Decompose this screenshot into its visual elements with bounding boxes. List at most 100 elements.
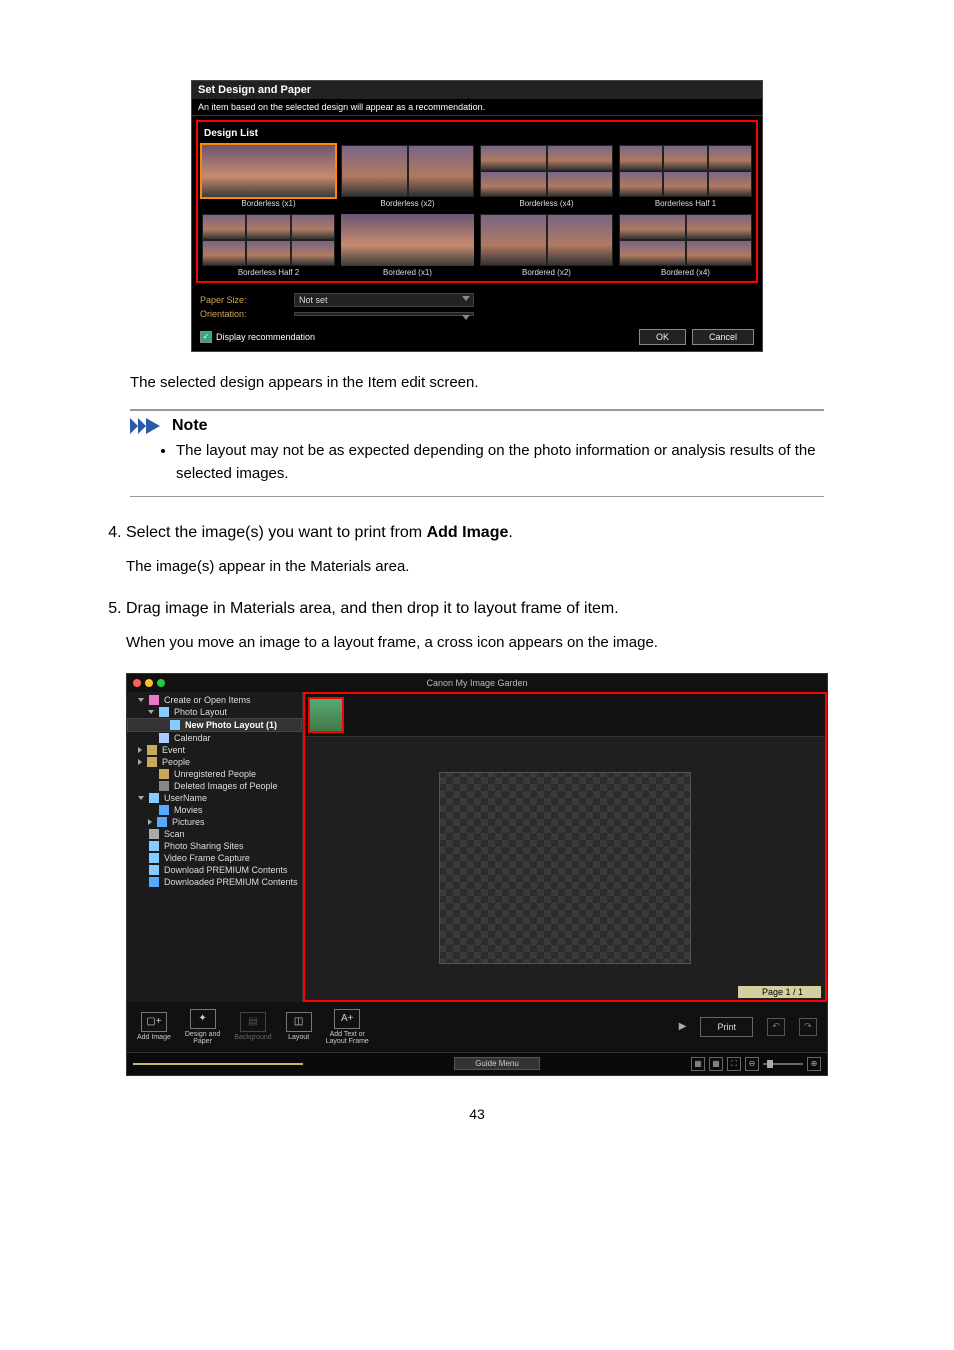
sidebar-item[interactable]: Event [127, 744, 302, 756]
instruction-text: The selected design appears in the Item … [130, 372, 824, 393]
checkmark-icon: ✓ [200, 331, 212, 343]
sidebar-item-label: Pictures [172, 817, 205, 827]
design-list: Design List Borderless (x1)Borderless (x… [196, 120, 758, 283]
paper-size-select[interactable]: Not set [294, 293, 474, 307]
fit-icon[interactable]: ⛶ [727, 1057, 741, 1071]
sidebar-item[interactable]: Download PREMIUM Contents [127, 864, 302, 876]
sidebar-item[interactable]: Create or Open Items [127, 694, 302, 706]
step-4-sub: The image(s) appear in the Materials are… [126, 555, 894, 578]
expand-icon[interactable]: ▶ [679, 1021, 687, 1032]
dialog-title: Set Design and Paper [192, 81, 762, 99]
design-option[interactable]: Bordered (x1) [341, 214, 474, 277]
toolbar-label: Add Text orLayout Frame [326, 1031, 369, 1045]
text-frame-icon: A+ [334, 1009, 360, 1029]
layout-icon: ◫ [286, 1012, 312, 1032]
design-option[interactable]: Borderless (x2) [341, 145, 474, 208]
design-option[interactable]: Bordered (x2) [480, 214, 613, 277]
undo-icon[interactable]: ↶ [767, 1018, 785, 1036]
note-arrows-icon [130, 418, 166, 434]
sidebar-item-label: Unregistered People [174, 769, 256, 779]
computer-icon [149, 793, 159, 803]
design-label: Borderless Half 2 [202, 268, 335, 277]
design-option[interactable]: Borderless Half 1 [619, 145, 752, 208]
set-design-and-paper-dialog: Set Design and Paper An item based on th… [191, 80, 763, 352]
person-icon [147, 757, 157, 767]
redo-icon[interactable]: ↷ [799, 1018, 817, 1036]
design-thumb [480, 145, 613, 197]
sidebar-item-label: Video Frame Capture [164, 853, 250, 863]
sidebar-item[interactable]: Movies [127, 804, 302, 816]
sidebar-item[interactable]: UserName [127, 792, 302, 804]
sidebar-item[interactable]: Scan [127, 828, 302, 840]
thumb-small-icon[interactable]: ▦ [691, 1057, 705, 1071]
folder-icon [157, 817, 167, 827]
folder-icon [159, 805, 169, 815]
zoom-in-icon[interactable]: ⊕ [807, 1057, 821, 1071]
sidebar-item[interactable]: Video Frame Capture [127, 852, 302, 864]
folder-icon [149, 877, 159, 887]
design-label: Borderless Half 1 [619, 199, 752, 208]
design-list-header: Design List [202, 126, 752, 145]
sidebar-item[interactable]: Deleted Images of People [127, 780, 302, 792]
design-thumb [619, 145, 752, 197]
person-x-icon [159, 781, 169, 791]
print-button[interactable]: Print [700, 1017, 753, 1037]
sidebar-item-label: Calendar [174, 733, 211, 743]
toolbar-label: Design andPaper [185, 1031, 220, 1045]
design-label: Borderless (x4) [480, 199, 613, 208]
design-option[interactable]: Borderless (x1) [202, 145, 335, 208]
dialog-subtitle: An item based on the selected design wil… [192, 99, 762, 116]
layout-frame[interactable] [439, 772, 691, 964]
toolbar-bg-button: ▤Background [234, 1012, 271, 1041]
sidebar-item[interactable]: New Photo Layout (1) [127, 718, 302, 732]
design-option[interactable]: Borderless Half 2 [202, 214, 335, 277]
page-number: 43 [60, 1106, 894, 1122]
zoom-out-icon[interactable]: ⊖ [745, 1057, 759, 1071]
sidebar-item-label: Download PREMIUM Contents [164, 865, 288, 875]
material-thumb[interactable] [308, 697, 344, 733]
zoom-controls: ▦ ▦ ⛶ ⊖ ⊕ [691, 1057, 821, 1071]
note-block: Note The layout may not be as expected d… [130, 409, 824, 497]
thumb-large-icon[interactable]: ▦ [709, 1057, 723, 1071]
sidebar: Create or Open ItemsPhoto LayoutNew Phot… [127, 692, 303, 1002]
guide-menu-button[interactable]: Guide Menu [454, 1057, 540, 1070]
sidebar-item[interactable]: Photo Layout [127, 706, 302, 718]
sidebar-item[interactable]: Downloaded PREMIUM Contents [127, 876, 302, 888]
toolbar-design-button[interactable]: ✦ Design andPaper [185, 1009, 220, 1045]
sidebar-item[interactable]: Pictures [127, 816, 302, 828]
chevron-down-icon [462, 315, 470, 320]
display-recommendation-label: Display recommendation [216, 332, 315, 342]
chevron-right-icon [138, 747, 142, 753]
toolbar-label: Add Image [137, 1034, 171, 1041]
sidebar-item[interactable]: People [127, 756, 302, 768]
paper-size-label: Paper Size: [200, 295, 290, 305]
toolbar-layout-button[interactable]: ◫ Layout [286, 1012, 312, 1041]
sidebar-item-label: Photo Layout [174, 707, 227, 717]
sidebar-item[interactable]: Unregistered People [127, 768, 302, 780]
design-option[interactable]: Bordered (x4) [619, 214, 752, 277]
design-label: Bordered (x2) [480, 268, 613, 277]
toolbar-image-plus-button[interactable]: ▢+Add Image [137, 1012, 171, 1041]
toolbar-label: Layout [288, 1034, 309, 1041]
materials-area [305, 694, 825, 737]
orientation-select[interactable] [294, 312, 474, 316]
toolbar-text-frame-button[interactable]: A+ Add Text orLayout Frame [326, 1009, 369, 1045]
zoom-slider[interactable] [763, 1063, 803, 1065]
canvas: Page 1 / 1 [305, 737, 825, 1000]
sidebar-item-label: People [162, 757, 190, 767]
sidebar-item[interactable]: Calendar [127, 732, 302, 744]
design-thumb [202, 145, 335, 197]
download-icon [149, 865, 159, 875]
design-thumb [202, 214, 335, 266]
display-recommendation-checkbox[interactable]: ✓ Display recommendation [200, 331, 315, 343]
design-icon: ✦ [190, 1009, 216, 1029]
chevron-down-icon [138, 698, 144, 702]
cancel-button[interactable]: Cancel [692, 329, 754, 345]
design-thumb [619, 214, 752, 266]
orientation-label: Orientation: [200, 309, 290, 319]
sidebar-item[interactable]: Photo Sharing Sites [127, 840, 302, 852]
chevron-right-icon [148, 819, 152, 825]
sidebar-item-label: Movies [174, 805, 203, 815]
ok-button[interactable]: OK [639, 329, 686, 345]
design-option[interactable]: Borderless (x4) [480, 145, 613, 208]
